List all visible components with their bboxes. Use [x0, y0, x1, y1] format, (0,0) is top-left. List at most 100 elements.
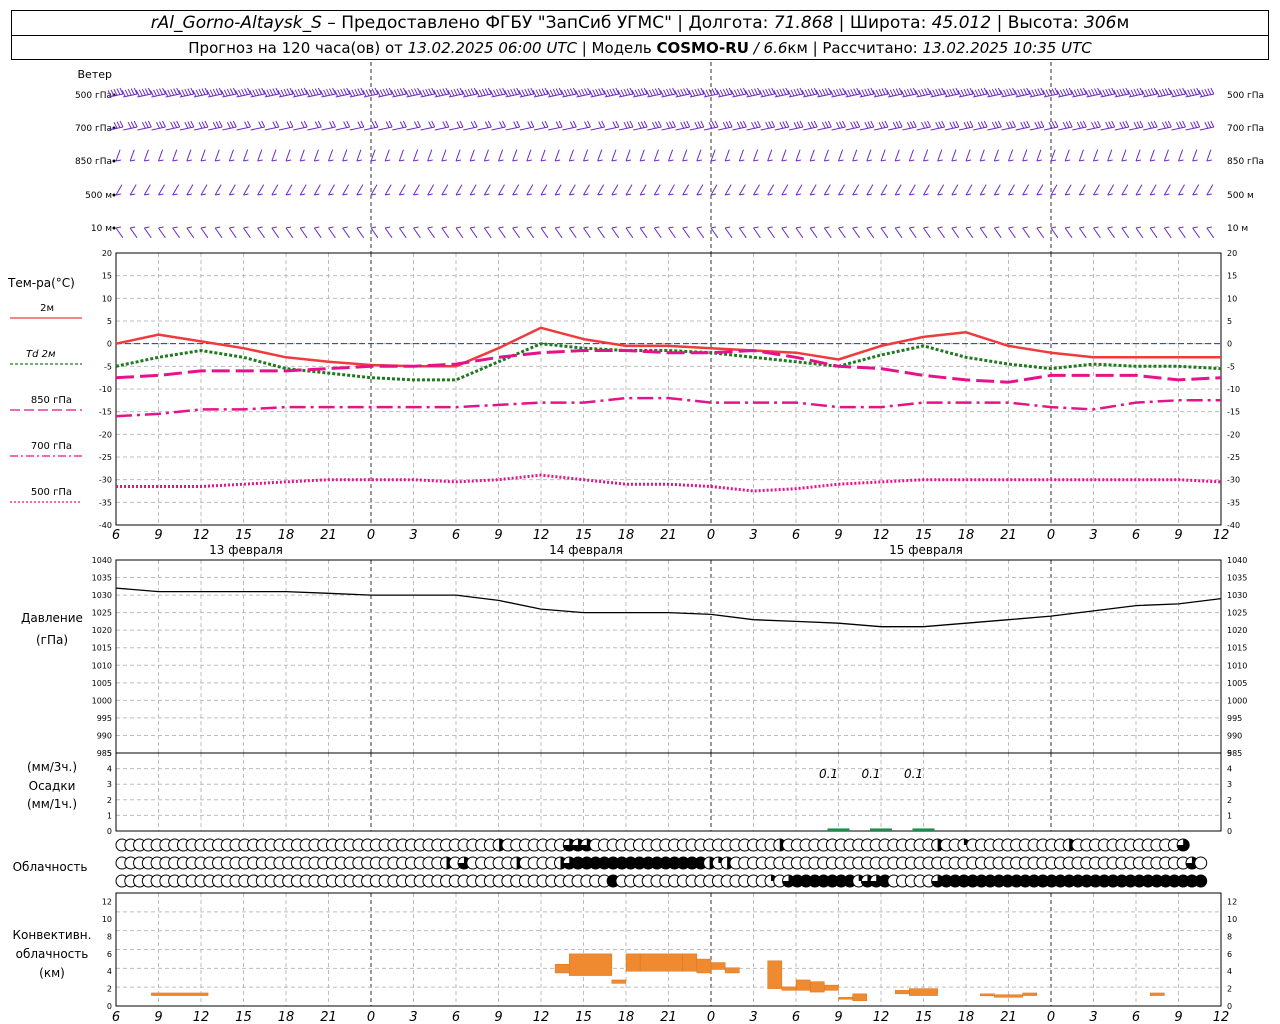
pressure-tick-label: 1025 — [92, 609, 112, 618]
wind-barb — [682, 184, 690, 196]
barb-shaft — [554, 227, 563, 239]
barb-shaft — [894, 227, 903, 239]
wind-barb — [1178, 184, 1185, 196]
wind-barb — [1028, 87, 1045, 98]
barb-shaft — [682, 149, 688, 162]
barb-shaft — [427, 227, 435, 239]
barb-shaft — [483, 184, 491, 196]
barb-feather — [793, 121, 798, 129]
wind-barb — [413, 149, 419, 162]
barb-shaft — [398, 149, 404, 162]
barb-feather — [385, 226, 391, 229]
barb-feather — [133, 120, 138, 128]
barb-feather — [768, 88, 773, 95]
barb-feather — [195, 89, 200, 97]
barb-shaft — [115, 184, 123, 196]
barb-feather — [853, 88, 858, 95]
barb-shaft — [1163, 227, 1172, 239]
time-tick-label: 15 — [235, 1010, 252, 1024]
time-tick-label: 12 — [1213, 528, 1230, 543]
barb-feather — [722, 88, 727, 96]
wind-barb — [985, 87, 1002, 98]
barb-feather — [921, 88, 925, 96]
barb-feather — [436, 89, 441, 97]
barb-shaft — [1093, 149, 1099, 162]
wind-barb — [1078, 184, 1086, 196]
wind-barb — [150, 87, 166, 98]
barb-feather — [283, 88, 288, 96]
barb-feather — [303, 120, 308, 128]
wind-barb — [1198, 87, 1215, 98]
time-tick-label: 9 — [494, 1010, 502, 1024]
barb-shaft — [880, 227, 889, 239]
barb-shaft — [1064, 149, 1070, 162]
barb-shaft — [781, 184, 789, 196]
barb-shaft — [257, 149, 263, 162]
wind-barb — [1064, 149, 1071, 162]
barb-shaft — [597, 149, 603, 162]
wind-barb — [235, 87, 251, 98]
barb-shaft — [753, 184, 760, 196]
wind-barb — [696, 149, 702, 162]
time-tick-label: 9 — [154, 1010, 162, 1024]
barb-feather — [779, 88, 784, 96]
time-tick-label: 21 — [320, 528, 337, 543]
pressure-tick-label: 995 — [1227, 714, 1242, 723]
barb-feather — [881, 88, 886, 95]
barb-feather — [1091, 121, 1095, 129]
temperature-legend-label: 2м — [40, 303, 54, 314]
barb-feather — [691, 89, 696, 97]
pressure-tick-label: 990 — [97, 731, 112, 740]
time-tick-label: 6 — [792, 1010, 800, 1024]
wind-barb — [1078, 226, 1087, 239]
barb-feather — [198, 121, 203, 129]
barb-feather — [980, 88, 985, 95]
barb-shaft — [710, 227, 719, 239]
time-tick-label: 3 — [749, 528, 757, 543]
barb-feather — [141, 88, 146, 96]
barb-feather — [1192, 226, 1198, 229]
wind-barb — [469, 149, 476, 162]
wind-barb — [838, 226, 846, 239]
time-tick-label: 6 — [112, 1010, 120, 1024]
wind-barb — [299, 149, 306, 162]
wind-barb — [647, 120, 662, 131]
wind-barb — [151, 120, 166, 131]
barb-feather — [329, 121, 333, 128]
barb-shaft — [540, 149, 546, 162]
barb-feather — [453, 88, 458, 96]
barb-feather — [473, 120, 478, 128]
wind-barb — [639, 149, 646, 162]
wind-barb — [1171, 120, 1186, 131]
barb-shaft — [271, 184, 279, 196]
barb-feather — [932, 89, 937, 97]
barb-feather — [714, 120, 719, 128]
convective-bar — [767, 960, 783, 989]
wind-barb — [413, 184, 420, 196]
barb-feather — [1144, 89, 1149, 97]
barb-feather — [906, 88, 911, 96]
barb-feather — [1161, 88, 1166, 96]
barb-shaft — [993, 149, 999, 162]
barb-feather — [209, 89, 214, 97]
barb-shaft — [193, 126, 209, 131]
cloud-fill-full — [1194, 875, 1207, 887]
barb-shaft — [1135, 184, 1143, 196]
wind-barb — [420, 120, 436, 131]
barb-shaft — [406, 126, 421, 131]
barb-shaft — [993, 227, 1002, 239]
barb-feather — [1036, 226, 1042, 229]
barb-feather — [1136, 121, 1141, 128]
barb-feather — [927, 120, 931, 128]
barb-feather — [535, 89, 540, 97]
barb-feather — [294, 89, 299, 97]
wind-barb — [604, 120, 620, 131]
barb-feather — [629, 120, 634, 128]
barb-feather — [187, 121, 192, 128]
pressure-tick-label: 1035 — [92, 574, 112, 583]
barb-shaft — [923, 184, 930, 196]
barb-feather — [875, 89, 880, 97]
pressure-tick-label: 1030 — [92, 591, 112, 600]
wind-barb — [115, 226, 124, 239]
wind-barb — [263, 87, 280, 98]
